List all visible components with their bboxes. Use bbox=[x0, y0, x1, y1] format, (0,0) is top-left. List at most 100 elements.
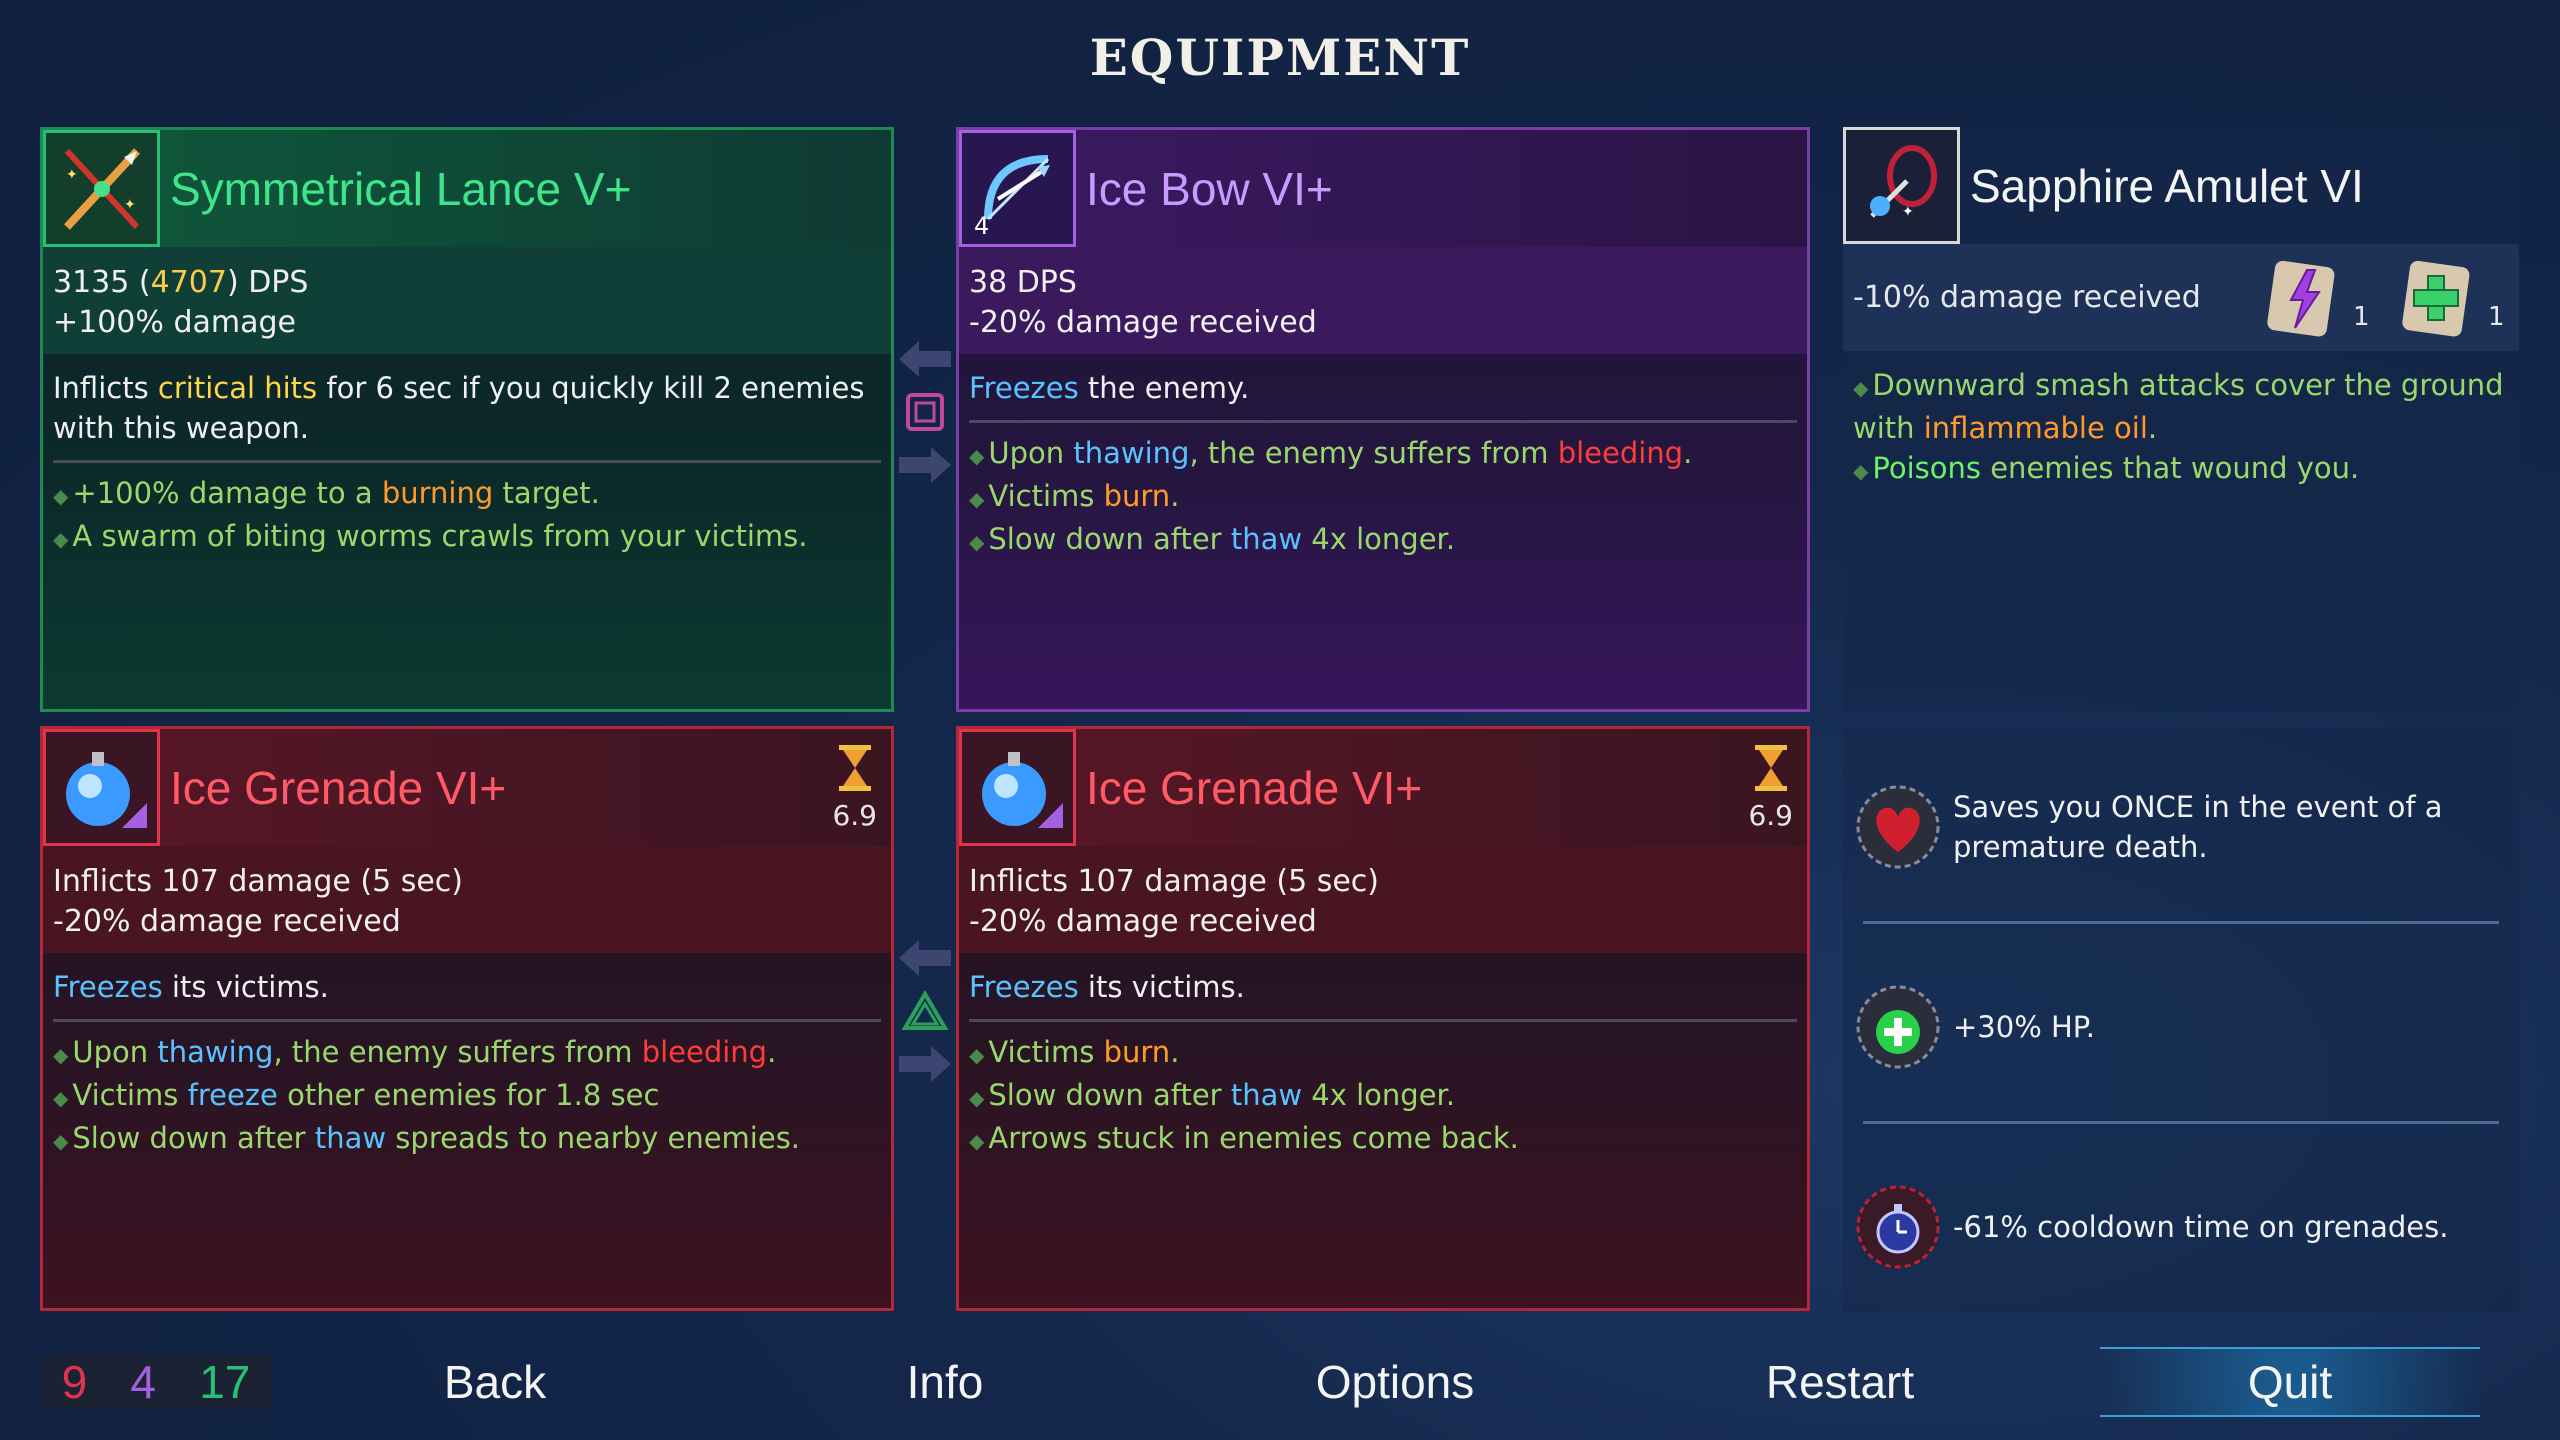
desc-text: Inflicts bbox=[53, 371, 158, 405]
card-header: Ice Grenade VI+ 6.9 bbox=[43, 729, 891, 846]
affix-list: ◆ Downward smash attacks cover the ground… bbox=[1843, 351, 2519, 505]
square-button-icon bbox=[906, 393, 944, 431]
restart-button[interactable]: Restart bbox=[1725, 1347, 1955, 1417]
divider bbox=[969, 420, 1797, 423]
affix-text: . bbox=[1170, 1035, 1180, 1069]
affix-text: spreads to nearby enemies. bbox=[386, 1121, 801, 1155]
survival-count: 17 bbox=[199, 1356, 251, 1408]
page-title: EQUIPMENT bbox=[1089, 28, 1471, 87]
info-button[interactable]: Info bbox=[845, 1347, 1045, 1417]
affix-text: , the enemy suffers from bbox=[273, 1035, 642, 1069]
affix-text: . bbox=[1170, 479, 1180, 513]
affix-text: , the enemy suffers from bbox=[1189, 436, 1558, 470]
bottom-nav: 9 4 17 Back Info Options Restart Quit bbox=[0, 1325, 2560, 1440]
desc-text: the enemy. bbox=[1078, 371, 1250, 405]
weapon-card-lance[interactable]: ✦ ✦ Symmetrical Lance V+ 3135 (4707) DPS… bbox=[40, 127, 894, 712]
affix-keyword: bleeding bbox=[641, 1035, 768, 1069]
mutation-text: -61% cooldown time on grenades. bbox=[1953, 1210, 2449, 1244]
skill-card-ice-grenade-2[interactable]: Ice Grenade VI+ 6.9 Inflicts 107 damage … bbox=[956, 726, 1810, 1311]
affix-keyword: bleeding bbox=[1557, 436, 1684, 470]
affix-text: +100% damage to a bbox=[72, 476, 382, 510]
hourglass-icon bbox=[1754, 745, 1787, 791]
affix-keyword: burn bbox=[1103, 479, 1171, 513]
arrow-left-icon bbox=[899, 341, 951, 377]
survival-scroll: 1 bbox=[2396, 256, 2505, 340]
affix-item: ◆ Victims freeze other enemies for 1.8 se… bbox=[53, 1078, 660, 1112]
amulet-name: Sapphire Amulet VI bbox=[1970, 159, 2364, 212]
affix-text: other enemies for 1.8 sec bbox=[277, 1078, 660, 1112]
affix-keyword: thaw bbox=[314, 1121, 387, 1155]
tactics-scroll: 1 bbox=[2261, 256, 2370, 340]
weapon-description: Inflicts critical hits for 6 sec if you … bbox=[43, 354, 891, 448]
divider bbox=[1863, 921, 2499, 924]
card-header: ✦ ✦ Symmetrical Lance V+ bbox=[43, 130, 891, 247]
quit-button[interactable]: Quit bbox=[2100, 1347, 2480, 1417]
skill-stats: Inflicts 107 damage (5 sec) -20% damage … bbox=[959, 846, 1807, 953]
amulet-stats: -10% damage received 1 1 bbox=[1843, 244, 2519, 351]
affix-item: ◆ Downward smash attacks cover the ground… bbox=[1853, 368, 2504, 445]
damage-stat: Inflicts 107 damage (5 sec) bbox=[969, 864, 1379, 899]
cooldown-timer: 6.9 bbox=[1748, 743, 1793, 832]
desc-keyword: critical hits bbox=[157, 371, 318, 405]
affix-keyword: thawing bbox=[1073, 436, 1190, 470]
tactics-count: 4 bbox=[130, 1356, 156, 1408]
ammo-count: 4 bbox=[974, 212, 990, 240]
affix-keyword: thawing bbox=[157, 1035, 274, 1069]
skill-stats: Inflicts 107 damage (5 sec) -20% damage … bbox=[43, 846, 891, 953]
svg-text:✦: ✦ bbox=[66, 167, 78, 183]
cooldown-timer: 6.9 bbox=[832, 743, 877, 832]
affix-keyword: freeze bbox=[187, 1078, 278, 1112]
defense-stat: -20% damage received bbox=[969, 305, 1317, 340]
affix-keyword: thaw bbox=[1230, 1078, 1303, 1112]
brutality-count: 9 bbox=[61, 1356, 88, 1408]
weapon-stats: 38 DPS -20% damage received bbox=[959, 247, 1807, 354]
options-button[interactable]: Options bbox=[1275, 1347, 1515, 1417]
mutation-text: Saves you ONCE in the event of a prematu… bbox=[1953, 790, 2443, 864]
desc-keyword: Freezes bbox=[969, 371, 1079, 405]
cooldown-value: 6.9 bbox=[1748, 799, 1793, 832]
card-header: 4 Ice Bow VI+ bbox=[959, 130, 1807, 247]
affix-item: ◆ A swarm of biting worms crawls from you… bbox=[53, 519, 808, 553]
affix-keyword: inflammable oil bbox=[1923, 411, 2148, 445]
skill-swap-control[interactable] bbox=[895, 934, 955, 1092]
svg-text:✦: ✦ bbox=[1902, 204, 1914, 220]
mutations-panel: Saves you ONCE in the event of a prematu… bbox=[1843, 727, 2519, 1312]
mutation-text: +30% HP. bbox=[1953, 1010, 2095, 1044]
back-button[interactable]: Back bbox=[395, 1347, 595, 1417]
lance-icon: ✦ ✦ bbox=[43, 130, 160, 247]
divider bbox=[969, 1019, 1797, 1022]
divider bbox=[53, 1019, 881, 1022]
affix-item: ◆ Upon thawing, the enemy suffers from bl… bbox=[53, 1035, 777, 1069]
affix-text: . bbox=[767, 1035, 777, 1069]
affix-item: ◆ Slow down after thaw 4x longer. bbox=[969, 1078, 1456, 1112]
weapon-description: Freezes the enemy. bbox=[959, 354, 1807, 408]
desc-text: its victims. bbox=[1078, 970, 1245, 1004]
mutation-item[interactable]: Saves you ONCE in the event of a prematu… bbox=[1843, 727, 2519, 927]
dps-value: 3135 bbox=[53, 265, 130, 300]
affix-item: ◆ Slow down after thaw spreads to nearby … bbox=[53, 1121, 801, 1155]
bow-icon: 4 bbox=[959, 130, 1076, 247]
scroll-count: 1 bbox=[2353, 302, 2370, 332]
triangle-button-icon bbox=[901, 990, 949, 1030]
skill-description: Freezes its victims. bbox=[43, 953, 891, 1007]
defense-stat: -20% damage received bbox=[53, 904, 401, 939]
heart-icon bbox=[1853, 782, 1943, 872]
skill-card-ice-grenade-1[interactable]: Ice Grenade VI+ 6.9 Inflicts 107 damage … bbox=[40, 726, 894, 1311]
weapon-card-ice-bow[interactable]: 4 Ice Bow VI+ 38 DPS -20% damage receive… bbox=[956, 127, 1810, 712]
affix-text: . bbox=[2147, 411, 2158, 445]
affix-text: Upon bbox=[988, 436, 1074, 470]
stopwatch-icon bbox=[1853, 1182, 1943, 1272]
amulet-card[interactable]: ✦ Sapphire Amulet VI -10% damage receive… bbox=[1843, 127, 2519, 712]
dps-stat: 38 DPS bbox=[969, 265, 1077, 300]
desc-keyword: Freezes bbox=[53, 970, 163, 1004]
affix-text: Victims bbox=[988, 1035, 1104, 1069]
affix-text: Victims bbox=[988, 479, 1104, 513]
weapon-swap-control[interactable] bbox=[895, 335, 955, 493]
mutation-item[interactable]: +30% HP. bbox=[1843, 927, 2519, 1127]
amulet-icon: ✦ bbox=[1843, 127, 1960, 244]
mutation-item[interactable]: -61% cooldown time on grenades. bbox=[1843, 1127, 2519, 1327]
skill-name: Ice Grenade VI+ bbox=[170, 761, 507, 814]
desc-keyword: Freezes bbox=[969, 970, 1079, 1004]
affix-text: Slow down after bbox=[988, 522, 1231, 556]
card-header: ✦ Sapphire Amulet VI bbox=[1843, 127, 2519, 244]
